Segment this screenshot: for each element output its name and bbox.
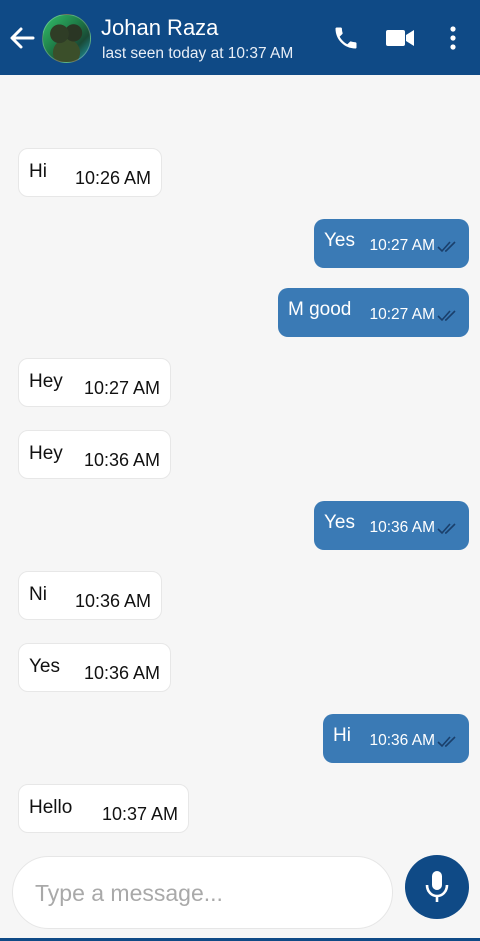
read-receipt-icon xyxy=(437,736,456,748)
contact-name[interactable]: Johan Raza xyxy=(101,15,218,41)
video-call-icon[interactable] xyxy=(385,24,415,52)
message-text: Ni xyxy=(29,584,47,605)
message-text: Hi xyxy=(29,161,47,182)
message-text: Hello xyxy=(29,797,73,818)
back-arrow-icon[interactable] xyxy=(8,22,36,54)
message-text: Hey xyxy=(29,371,63,392)
message-time: 10:36 AM xyxy=(369,732,436,749)
message-text: Hi xyxy=(333,725,351,746)
read-receipt-icon xyxy=(437,241,456,253)
message-outgoing[interactable]: Hi 10:36 AM xyxy=(323,714,469,763)
chat-header: Johan Raza last seen today at 10:37 AM xyxy=(0,0,480,75)
message-time: 10:36 AM xyxy=(83,663,160,683)
message-text: Yes xyxy=(324,512,355,533)
message-time: 10:27 AM xyxy=(369,237,436,254)
microphone-icon xyxy=(425,871,449,902)
message-incoming[interactable]: Hi 10:26 AM xyxy=(18,148,162,197)
message-outgoing[interactable]: M good 10:27 AM xyxy=(278,288,469,337)
message-text: M good xyxy=(288,299,352,320)
last-seen-status: last seen today at 10:37 AM xyxy=(102,45,294,62)
message-incoming[interactable]: Hey 10:27 AM xyxy=(18,358,171,407)
message-time: 10:36 AM xyxy=(74,591,151,611)
message-text: Hey xyxy=(29,443,63,464)
message-time: 10:36 AM xyxy=(369,519,436,536)
message-outgoing[interactable]: Yes 10:36 AM xyxy=(314,501,469,550)
message-outgoing[interactable]: Yes 10:27 AM xyxy=(314,219,469,268)
message-incoming[interactable]: Yes 10:36 AM xyxy=(18,643,171,692)
contact-avatar[interactable] xyxy=(42,14,91,63)
message-time: 10:37 AM xyxy=(101,804,178,824)
message-time: 10:27 AM xyxy=(83,378,160,398)
read-receipt-icon xyxy=(437,523,456,535)
message-text: Yes xyxy=(29,656,60,677)
message-text: Yes xyxy=(324,230,355,251)
message-incoming[interactable]: Hey 10:36 AM xyxy=(18,430,171,479)
message-incoming[interactable]: Hello 10:37 AM xyxy=(18,784,189,833)
mic-button[interactable] xyxy=(405,855,469,919)
more-vert-icon[interactable] xyxy=(444,24,462,52)
message-composer xyxy=(12,856,393,930)
message-time: 10:27 AM xyxy=(369,306,436,323)
message-input[interactable] xyxy=(33,857,377,930)
message-incoming[interactable]: Ni 10:36 AM xyxy=(18,571,162,620)
read-receipt-icon xyxy=(437,310,456,322)
message-time: 10:36 AM xyxy=(83,450,160,470)
message-time: 10:26 AM xyxy=(74,168,151,188)
phone-icon[interactable] xyxy=(332,24,360,52)
